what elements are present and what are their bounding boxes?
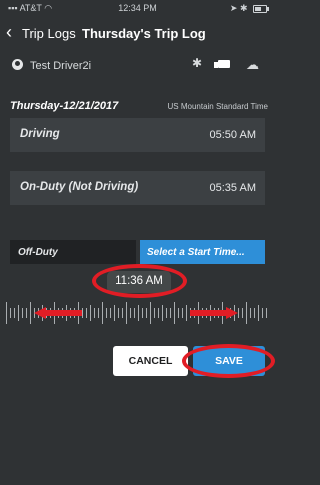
log-entry-on-duty[interactable]: On-Duty (Not Driving) 05:35 AM [10, 171, 265, 205]
scrubber-tick [126, 302, 127, 324]
left-arrow-annotation [34, 307, 82, 319]
status-icons: ➤ ✱ [229, 3, 269, 14]
scrubber-tick [82, 308, 83, 318]
scrubber-tick [26, 308, 27, 318]
scrubber-tick [258, 305, 259, 321]
log-entry-time: 05:50 AM [209, 129, 256, 141]
scrubber-tick [250, 308, 251, 318]
cloud-icon: ☁ [246, 57, 259, 72]
navigation-bar: ‹ Trip Logs Thursday's Trip Log [0, 15, 275, 50]
scrubber-tick [94, 308, 95, 318]
scrubber-tick [18, 305, 19, 321]
duty-status-label: Off-Duty [18, 247, 58, 258]
location-icon: ➤ [229, 3, 238, 13]
log-entry-status: On-Duty (Not Driving) [20, 181, 139, 193]
cancel-button[interactable]: CANCEL [113, 346, 188, 376]
scrubber-tick [6, 302, 7, 324]
driver-row: Test Driver2i ✱ ☁ [0, 56, 275, 78]
start-time-field[interactable]: Select a Start Time... [140, 240, 265, 264]
bluetooth-status-icon: ✱ [239, 3, 248, 13]
back-button[interactable]: Trip Logs [22, 26, 76, 41]
duty-status-selector[interactable]: Off-Duty [10, 240, 136, 264]
scrubber-tick [170, 308, 171, 318]
scrubber-tick [22, 308, 23, 318]
scrubber-tick [130, 308, 131, 318]
scrubber-tick [142, 308, 143, 318]
scrubber-tick [174, 302, 175, 324]
scrubber-tick [246, 302, 247, 324]
scrubber-tick [122, 308, 123, 318]
page-title: Thursday's Trip Log [82, 26, 206, 41]
scrubber-tick [166, 308, 167, 318]
log-date-row: Thursday-12/21/2017 US Mountain Standard… [0, 100, 275, 116]
start-time-placeholder: Select a Start Time... [147, 247, 245, 258]
scrubber-tick [158, 308, 159, 318]
scrubber-tick [14, 308, 15, 318]
scrubber-tick [118, 308, 119, 318]
status-bar: ▪▪▪ AT&T ◠ 12:34 PM ➤ ✱ [0, 0, 275, 15]
back-chevron-icon[interactable]: ‹ [6, 23, 12, 41]
time-highlight-annotation [92, 264, 187, 298]
scrubber-tick [110, 308, 111, 318]
log-entry-driving[interactable]: Driving 05:50 AM [10, 118, 265, 152]
right-arrow-annotation [190, 307, 238, 319]
scrubber-tick [106, 308, 107, 318]
scrubber-tick [30, 302, 31, 324]
scrubber-tick [254, 308, 255, 318]
driver-avatar-icon [12, 59, 23, 70]
scrubber-tick [146, 308, 147, 318]
scrubber-tick [10, 308, 11, 318]
log-entry-status: Driving [20, 128, 60, 140]
scrubber-tick [186, 305, 187, 321]
scrubber-tick [242, 308, 243, 318]
scrubber-tick [86, 308, 87, 318]
battery-icon [253, 4, 269, 13]
log-entry-time: 05:35 AM [209, 182, 256, 194]
scrubber-tick [98, 308, 99, 318]
scrubber-tick [114, 305, 115, 321]
scrubber-tick [182, 308, 183, 318]
timezone-label: US Mountain Standard Time [167, 102, 269, 111]
scrubber-tick [134, 308, 135, 318]
bluetooth-icon: ✱ [192, 56, 203, 70]
truck-icon [214, 60, 230, 68]
scrubber-tick [178, 308, 179, 318]
save-highlight-annotation [182, 344, 275, 378]
driver-name: Test Driver2i [30, 60, 92, 72]
scrubber-tick [102, 302, 103, 324]
scrubber-tick [162, 305, 163, 321]
scrubber-tick [238, 308, 239, 318]
scrubber-tick [154, 308, 155, 318]
scrubber-tick [90, 305, 91, 321]
scrubber-tick [262, 308, 263, 318]
log-date: Thursday-12/21/2017 [10, 100, 119, 112]
scrubber-tick [138, 305, 139, 321]
scrubber-tick [150, 302, 151, 324]
scrubber-tick [266, 308, 267, 318]
